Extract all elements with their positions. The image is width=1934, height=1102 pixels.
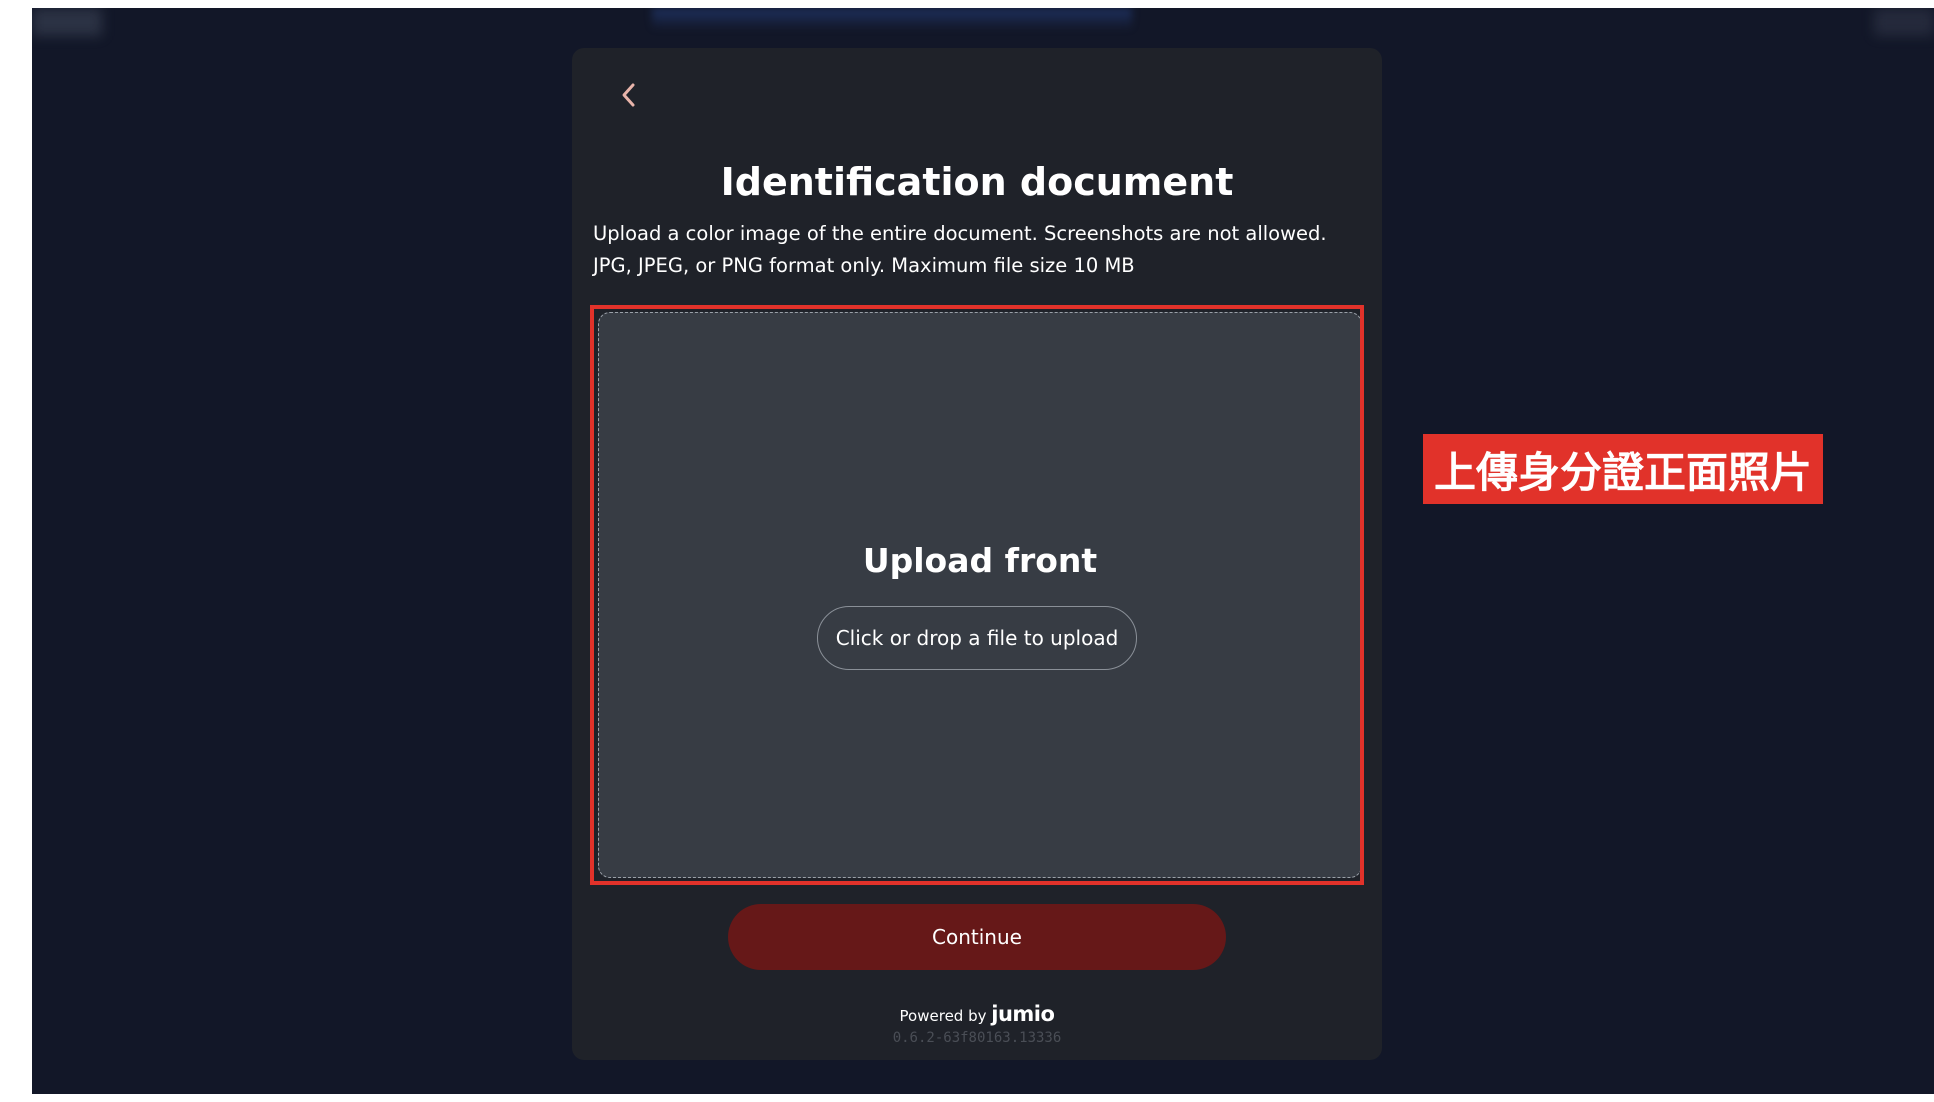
blurred-corner-right xyxy=(1874,8,1934,36)
upload-instructions: Upload a color image of the entire docum… xyxy=(593,218,1363,282)
powered-by: Powered by jumio xyxy=(572,1002,1382,1026)
top-glow xyxy=(652,8,1132,30)
version-string: 0.6.2-63f80163.13336 xyxy=(892,1030,1062,1046)
page-background: Identification document Upload a color i… xyxy=(32,8,1934,1094)
continue-button[interactable]: Continue xyxy=(728,904,1226,970)
instructions-line-1: Upload a color image of the entire docum… xyxy=(593,222,1327,245)
page-title: Identification document xyxy=(720,160,1234,204)
blurred-corner-left xyxy=(32,8,102,36)
identification-modal: Identification document Upload a color i… xyxy=(572,48,1382,1060)
annotation-highlight-box xyxy=(590,305,1364,885)
instructions-line-2: JPG, JPEG, or PNG format only. Maximum f… xyxy=(593,254,1135,277)
jumio-logo: jumio xyxy=(991,1002,1055,1026)
powered-by-label: Powered by xyxy=(899,1007,987,1025)
chevron-left-icon xyxy=(622,83,635,107)
annotation-label: 上傳身分證正面照片 xyxy=(1423,434,1823,504)
back-button[interactable] xyxy=(612,78,646,112)
